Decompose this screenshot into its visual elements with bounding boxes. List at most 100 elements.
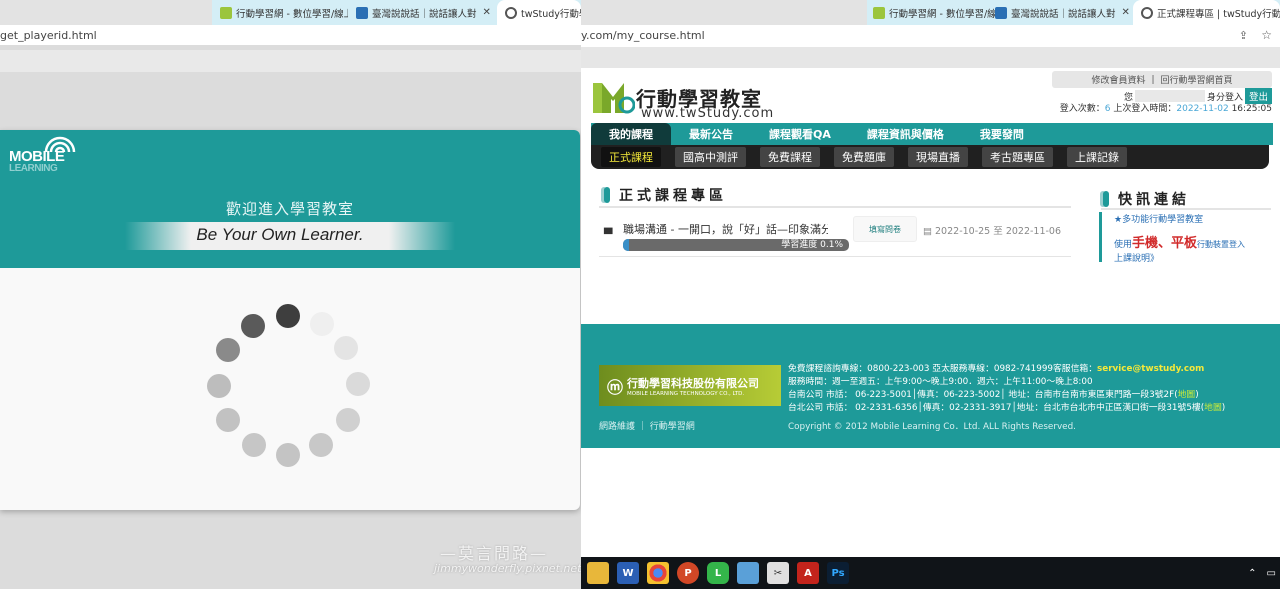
footer-link-twstudy[interactable]: 行動學習網: [650, 422, 695, 432]
login-loading-dialog: MOBILE LEARNING 歡迎進入學習教室 Be Your Own Lea…: [0, 130, 580, 510]
tab-label: twStudy行動學: [521, 8, 581, 20]
subnav-records[interactable]: 上課記錄: [1067, 147, 1127, 167]
tab-label: 臺灣說說話｜說話讓人對: [372, 8, 477, 20]
bookmark-star-icon[interactable]: ☆: [1261, 28, 1272, 42]
divider: [1101, 208, 1271, 210]
flash-text: 行動裝置登入: [1197, 240, 1246, 249]
footer-links: 網路維護 ｜ 行動學習網: [599, 422, 695, 432]
paren: ): [1221, 403, 1226, 413]
nav-qa[interactable]: 課程觀看QA: [751, 123, 849, 145]
address-bar[interactable]: y.com/my_course.html ⇪ ☆: [581, 25, 1280, 45]
loading-spinner-icon: [207, 304, 370, 467]
photoshop-icon[interactable]: Ps: [827, 562, 849, 584]
company-name-en: MOBILE LEARNING TECHNOLOGY CO., LTD.: [627, 390, 745, 397]
url-text: get_playerid.html: [0, 28, 97, 42]
tab-taiwan-speak[interactable]: 臺灣說說話｜說話讓人對 ✕: [987, 0, 1135, 25]
service-hours: 服務時間：週一至週五：上午9:00～晚上9:00．週六：上午11:00～晚上8:…: [788, 377, 1093, 387]
progress-bar: 學習進度 0.1%: [623, 239, 849, 251]
subnav-live[interactable]: 現場直播: [908, 147, 968, 167]
map-link-taipei[interactable]: 地圖: [1204, 403, 1222, 413]
section-title: 正式課程專區: [604, 185, 727, 205]
login-count-label: 登入次數：: [1059, 104, 1105, 114]
tab-twstudy-home[interactable]: 行動學習網 - 數位學習/線上 ✕: [865, 0, 995, 25]
taipei-office: 台北公司 市話： 02-2331-6356│傳真：02-2331-3917│地址…: [788, 403, 1205, 413]
tab-label: 臺灣說說話｜說話讓人對: [1011, 8, 1116, 20]
nav-my-courses[interactable]: 我的課程: [591, 123, 671, 145]
map-link-tainan[interactable]: 地圖: [1178, 390, 1196, 400]
line-icon[interactable]: L: [707, 562, 729, 584]
notepad-icon[interactable]: [737, 562, 759, 584]
chrome-icon[interactable]: [647, 562, 669, 584]
watermark-url: jimmywonderfly.pixnet.net: [434, 562, 581, 575]
progress-value: 0.1%: [820, 240, 843, 250]
acrobat-icon[interactable]: A: [797, 562, 819, 584]
date-end: 2022-11-06: [1005, 226, 1062, 237]
share-icon[interactable]: ⇪: [1239, 29, 1248, 42]
powerpoint-icon[interactable]: P: [677, 562, 699, 584]
subnav-assessment[interactable]: 國高中測評: [675, 147, 746, 167]
twstudy-logo-icon: [593, 83, 635, 114]
title-marker: [604, 187, 610, 203]
flash-title-text: 快訊連結: [1118, 192, 1190, 208]
fill-survey-button[interactable]: 填寫問卷: [853, 216, 917, 242]
course-name-link[interactable]: 職場溝通 - 一開口，說「好」話—印象滿分: [623, 221, 828, 237]
tab-strip-blank: [0, 0, 212, 25]
url-text: y.com/my_course.html: [581, 28, 705, 42]
last-login-label: 上次登入時間：: [1113, 104, 1177, 114]
globe-icon: [1141, 6, 1153, 19]
flash-link-classroom[interactable]: ★多功能行動學習教室: [1114, 212, 1271, 225]
twstudy-favicon-icon: [873, 6, 885, 19]
home-link[interactable]: 回行動學習網首頁: [1161, 73, 1233, 86]
email-link[interactable]: service@twstudy.com: [1097, 364, 1204, 374]
tab-label: 正式課程專區 | twStudy行動: [1157, 8, 1280, 20]
tab-twstudy-active[interactable]: twStudy行動學: [497, 0, 581, 25]
tab-twstudy-home[interactable]: 行動學習網 - 數位學習/線上 ✕: [212, 0, 348, 25]
tab-taiwan-speak[interactable]: 臺灣說說話｜說話讓人對 ✕: [348, 0, 496, 25]
subnav-free-questions[interactable]: 免費題庫: [834, 147, 894, 167]
date-sep: 至: [993, 226, 1003, 237]
subnav-past-exams[interactable]: 考古題專區: [982, 147, 1053, 167]
tab-label: 行動學習網 - 數位學習/線上: [236, 8, 348, 20]
date-start: 2022-10-25: [935, 226, 991, 237]
toolbar-strip: [581, 47, 1280, 68]
close-tab-icon[interactable]: ✕: [1122, 7, 1130, 18]
close-tab-icon[interactable]: ✕: [483, 7, 491, 18]
course-row: ▀ 職場溝通 - 一開口，說「好」話—印象滿分 填寫問卷 ▤ 2022-10-2…: [601, 214, 1071, 254]
last-login-time: 16:25:05: [1231, 104, 1272, 114]
flash-link-mobile[interactable]: 使用手機、平板行動裝置登入 上課說明》: [1114, 232, 1271, 264]
company-logo-icon: ⓜ: [607, 377, 624, 397]
twstudy-favicon-icon: [220, 6, 232, 19]
file-explorer-icon[interactable]: [587, 562, 609, 584]
nav-pricing[interactable]: 課程資訊與價格: [849, 123, 962, 145]
tab-label: 行動學習網 - 數位學習/線上: [889, 8, 995, 20]
word-icon[interactable]: W: [617, 562, 639, 584]
flash-links: ★多功能行動學習教室 使用手機、平板行動裝置登入 上課說明》: [1099, 212, 1271, 264]
tray-app-icon[interactable]: ▭: [1267, 568, 1276, 579]
flash-highlight: 手機、平板: [1132, 236, 1198, 251]
progress-label: 學習進度: [781, 240, 818, 250]
nav-ask[interactable]: 我要發問: [962, 123, 1042, 145]
company-name: 行動學習科技股份有限公司: [627, 376, 760, 390]
nav-announcements[interactable]: 最新公告: [671, 123, 751, 145]
subnav-free-courses[interactable]: 免費課程: [760, 147, 820, 167]
edit-profile-link[interactable]: 修改會員資料: [1091, 73, 1145, 86]
progress-fill: [623, 239, 629, 251]
divider: [599, 206, 1071, 208]
site-header: 行動學習教室 www.twStudy.com 修改會員資料 | 回行動學習網首頁…: [581, 68, 1280, 124]
course-dates: ▤ 2022-10-25 至 2022-11-06: [923, 223, 1061, 237]
last-login-date: 2022-11-02: [1176, 104, 1229, 114]
subnav-formal-courses[interactable]: 正式課程: [601, 147, 661, 167]
footer-link-maintenance[interactable]: 網路維護: [599, 422, 635, 432]
globe-icon: [505, 6, 517, 19]
tab-my-course-active[interactable]: 正式課程專區 | twStudy行動 ✕: [1133, 0, 1280, 25]
left-tab-strip: 行動學習網 - 數位學習/線上 ✕ 臺灣說說話｜說話讓人對 ✕ twStudy行…: [0, 0, 581, 25]
site-favicon-icon: [356, 6, 368, 19]
sub-nav: 正式課程 國高中測評 免費課程 免費題庫 現場直播 考古題專區 上課記錄: [591, 145, 1269, 169]
hotline-text: 免費課程諮詢專線：0800-223-003 亞太服務專線：0982-741999…: [788, 364, 1097, 374]
tray-chevron-icon[interactable]: ⌃: [1248, 568, 1256, 579]
snipping-tool-icon[interactable]: ✂: [767, 562, 789, 584]
address-bar[interactable]: get_playerid.html: [0, 25, 581, 45]
tainan-office: 台南公司 市話： 06-223-5001│傳真：06-223-5002│ 地址：…: [788, 390, 1178, 400]
link-divider: |: [1151, 74, 1155, 85]
tab-strip-blank: [581, 0, 867, 25]
